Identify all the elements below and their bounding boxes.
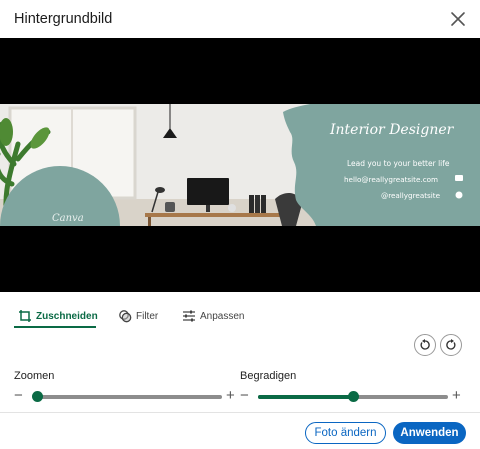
rotate-left-icon — [420, 339, 430, 350]
banner-handle: @reallygreatsite — [381, 191, 441, 200]
straighten-slider[interactable]: − + — [240, 388, 466, 406]
canva-logo: Canva — [52, 213, 84, 224]
crop-icon — [19, 310, 31, 322]
straighten-thumb[interactable] — [348, 391, 359, 402]
rotate-right-icon — [446, 339, 456, 350]
straighten-label: Begradigen — [240, 370, 297, 382]
zoom-out-icon[interactable]: − — [14, 388, 26, 403]
apply-button[interactable]: Anwenden — [393, 422, 466, 444]
tab-adjust[interactable]: Anpassen — [182, 302, 244, 330]
footer-divider — [0, 412, 480, 413]
close-icon[interactable] — [448, 9, 468, 29]
straighten-fill — [258, 395, 353, 399]
dialog-title: Hintergrundbild — [14, 11, 113, 27]
tab-filter-label: Filter — [136, 310, 159, 322]
banner-heading: Interior Designer — [329, 122, 455, 138]
rotate-right-button[interactable] — [440, 334, 462, 356]
zoom-thumb[interactable] — [32, 391, 43, 402]
filter-icon — [119, 310, 132, 323]
zoom-label: Zoomen — [14, 370, 55, 382]
mail-icon — [455, 175, 463, 181]
banner-image: Canva Interior Designer Lead you to your… — [0, 104, 480, 226]
active-tab-indicator — [14, 326, 96, 328]
sliders-icon — [183, 310, 195, 322]
tab-filter[interactable]: Filter — [118, 302, 158, 330]
banner-email: hello@reallygreatsite.com — [344, 175, 438, 184]
change-photo-button[interactable]: Foto ändern — [305, 422, 386, 444]
zoom-in-icon[interactable]: + — [226, 388, 238, 403]
banner-tagline: Lead you to your better life — [347, 159, 450, 168]
image-preview[interactable]: Canva Interior Designer Lead you to your… — [0, 38, 480, 292]
tab-adjust-label: Anpassen — [200, 310, 245, 322]
zoom-slider[interactable]: − + — [14, 388, 240, 406]
straighten-minus-icon[interactable]: − — [240, 388, 252, 403]
dialog-header: Hintergrundbild — [0, 0, 480, 38]
tab-crop-label: Zuschneiden — [36, 310, 98, 322]
rotate-left-button[interactable] — [414, 334, 436, 356]
zoom-track[interactable] — [36, 395, 222, 399]
straighten-plus-icon[interactable]: + — [452, 388, 464, 403]
social-icon — [455, 191, 463, 199]
